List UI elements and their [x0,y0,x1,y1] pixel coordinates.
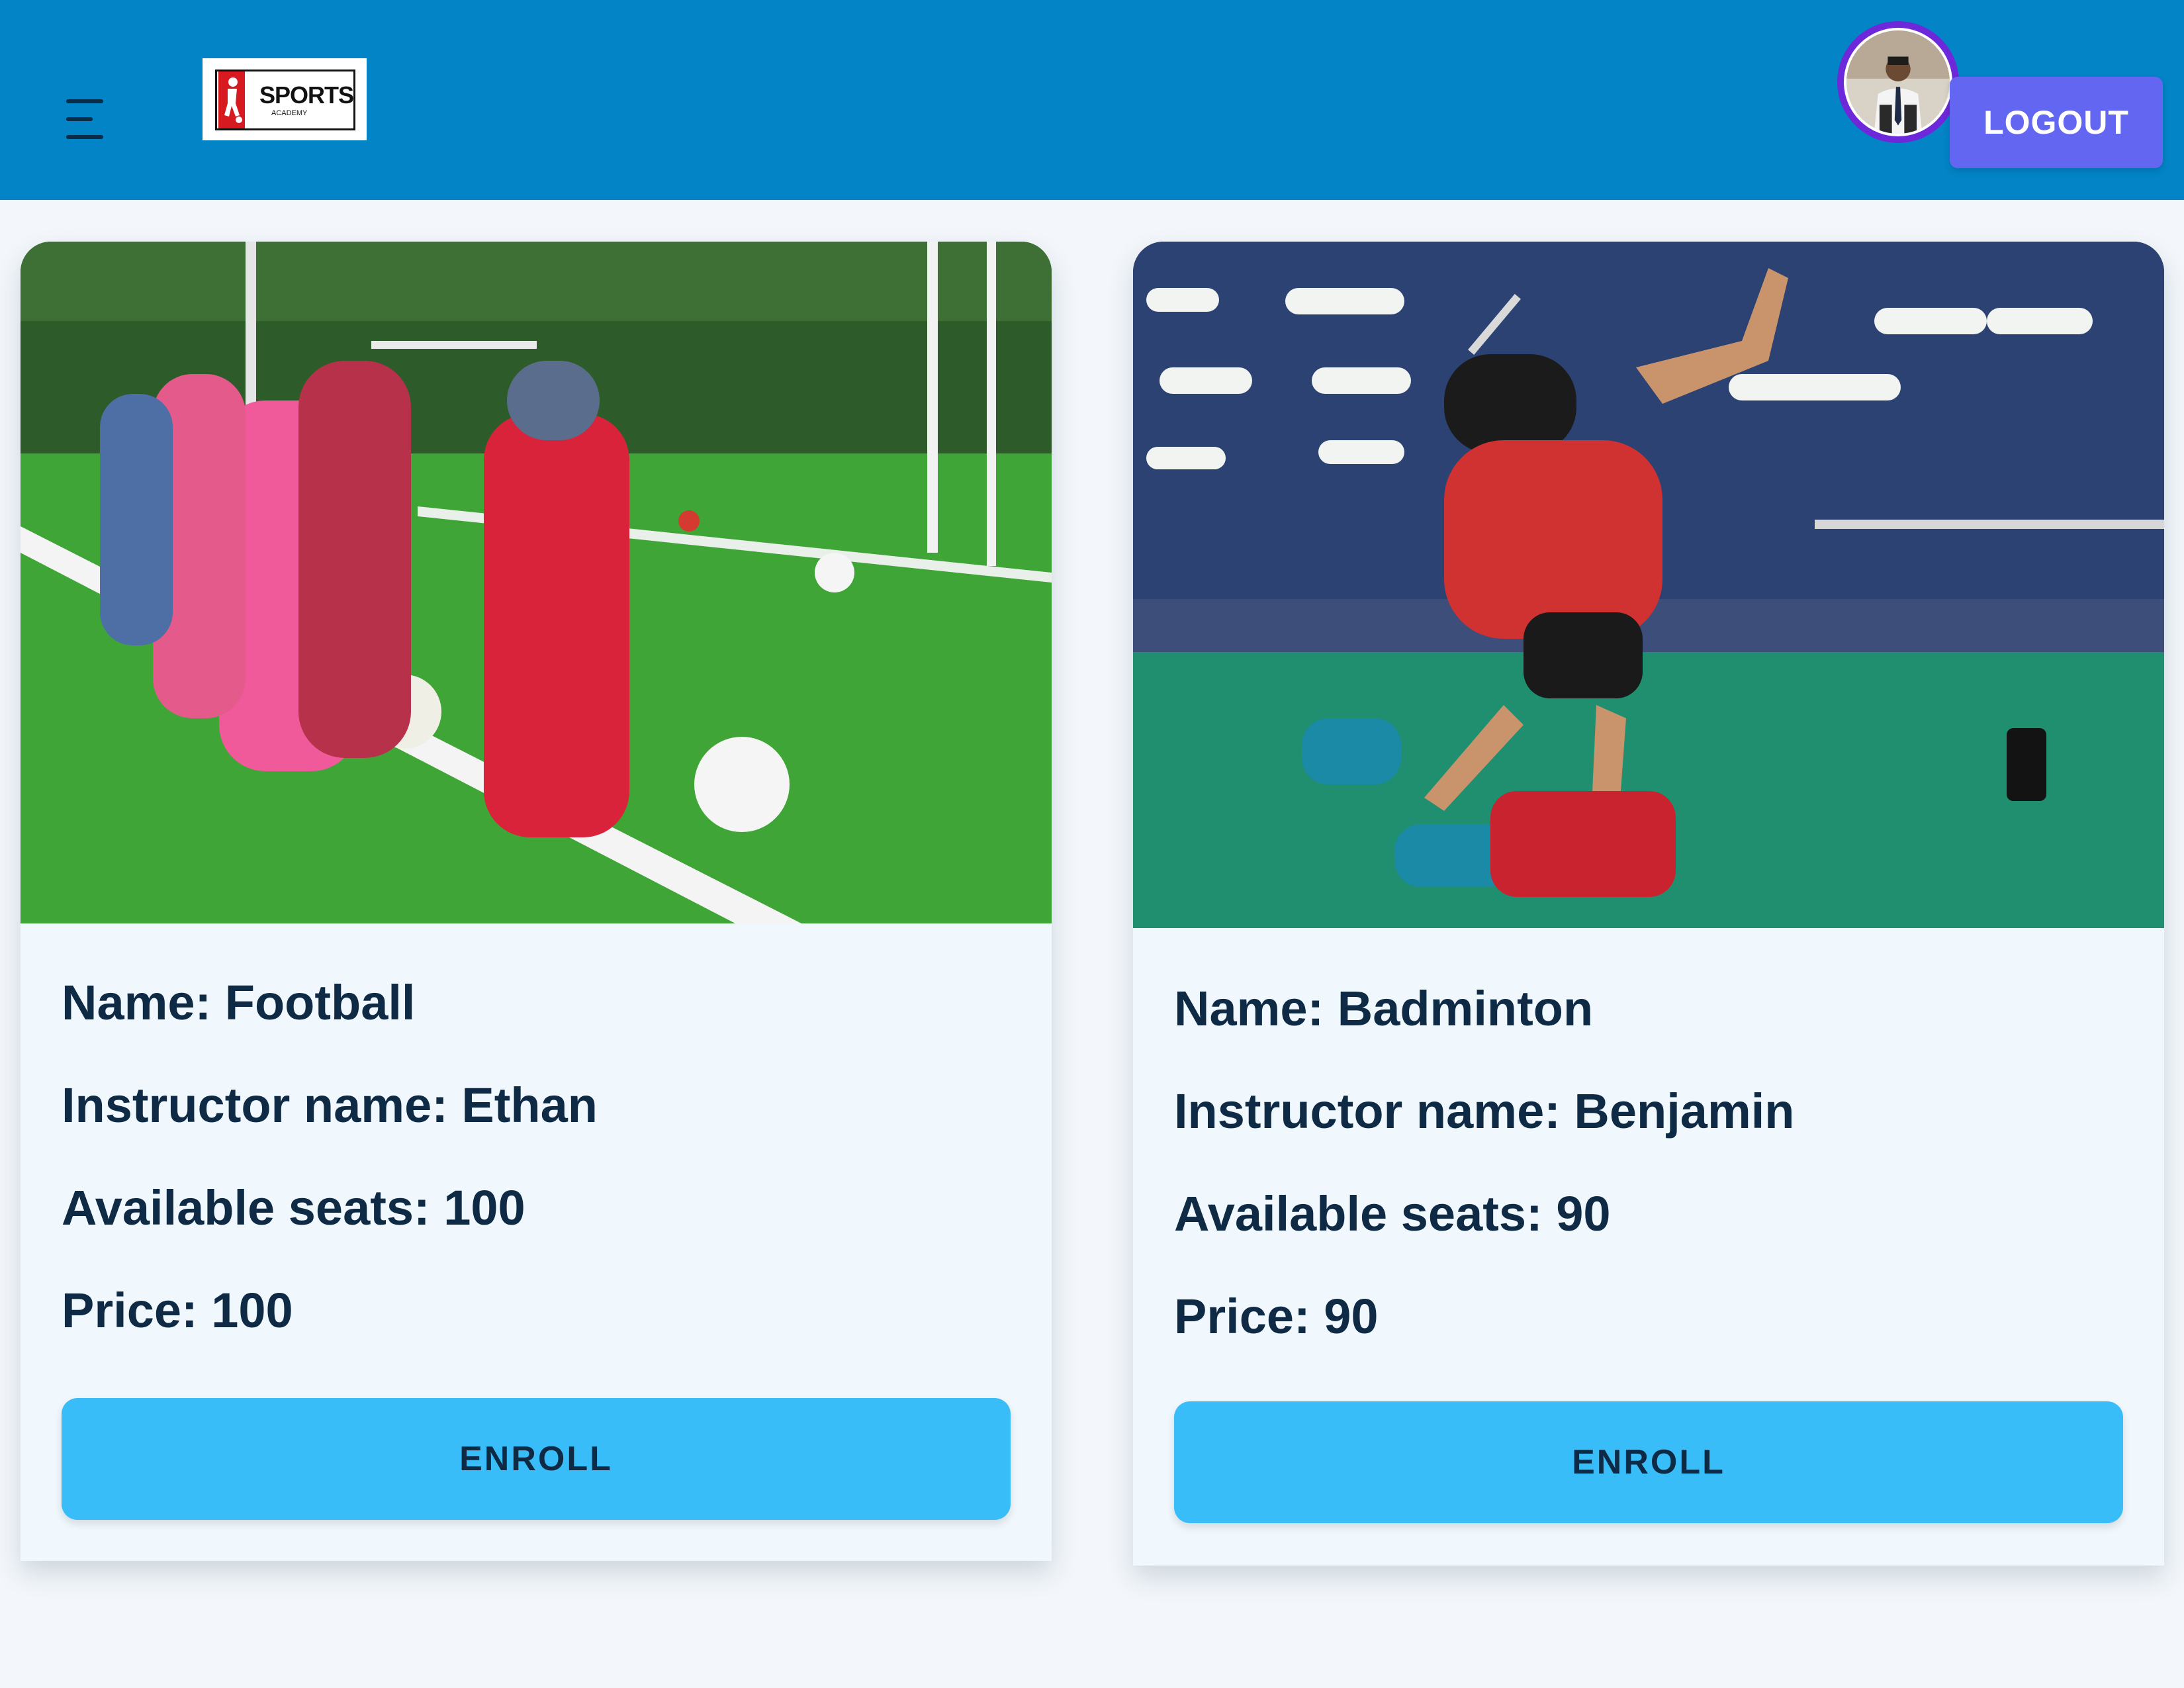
menu-line [66,117,93,121]
menu-line [66,99,103,103]
logo-player-icon [218,71,245,128]
class-name: Name: Badminton [1174,981,1594,1036]
instructor-name: Instructor name: Benjamin [1174,1084,1795,1139]
class-price: Price: 100 [62,1283,293,1338]
person-portrait-icon [1846,30,1950,134]
logout-button[interactable]: LOGOUT [1950,77,2163,168]
badminton-photo [1133,242,2164,928]
class-price: Price: 90 [1174,1289,1379,1344]
user-avatar[interactable] [1837,21,1959,143]
class-card-football: Name: Football Instructor name: Ethan Av… [21,242,1052,1561]
class-details: Name: Badminton Instructor name: Benjami… [1133,928,2164,1368]
sports-academy-logo[interactable]: SPORTS ACADEMY [203,58,367,140]
hamburger-menu-icon[interactable] [66,99,113,139]
enroll-button[interactable]: ENROLL [1174,1401,2123,1523]
available-seats: Available seats: 90 [1174,1186,1611,1241]
logo-secondary-text: ACADEMY [271,109,308,117]
avatar-photo [1844,28,1952,136]
enroll-button[interactable]: ENROLL [62,1398,1011,1520]
class-image-badminton [1133,242,2164,928]
class-details: Name: Football Instructor name: Ethan Av… [21,923,1052,1362]
top-app-bar: SPORTS ACADEMY LOGOUT [0,0,2184,200]
available-seats: Available seats: 100 [62,1180,525,1235]
menu-line [66,135,103,139]
logo-wordmark: SPORTS ACADEMY [259,81,354,117]
football-photo [21,242,1052,923]
class-name: Name: Football [62,975,416,1030]
class-image-football [21,242,1052,923]
instructor-name: Instructor name: Ethan [62,1078,598,1133]
class-card-badminton: Name: Badminton Instructor name: Benjami… [1133,242,2164,1566]
logo-primary-text: SPORTS [259,81,354,109]
logo-frame: SPORTS ACADEMY [215,70,355,130]
